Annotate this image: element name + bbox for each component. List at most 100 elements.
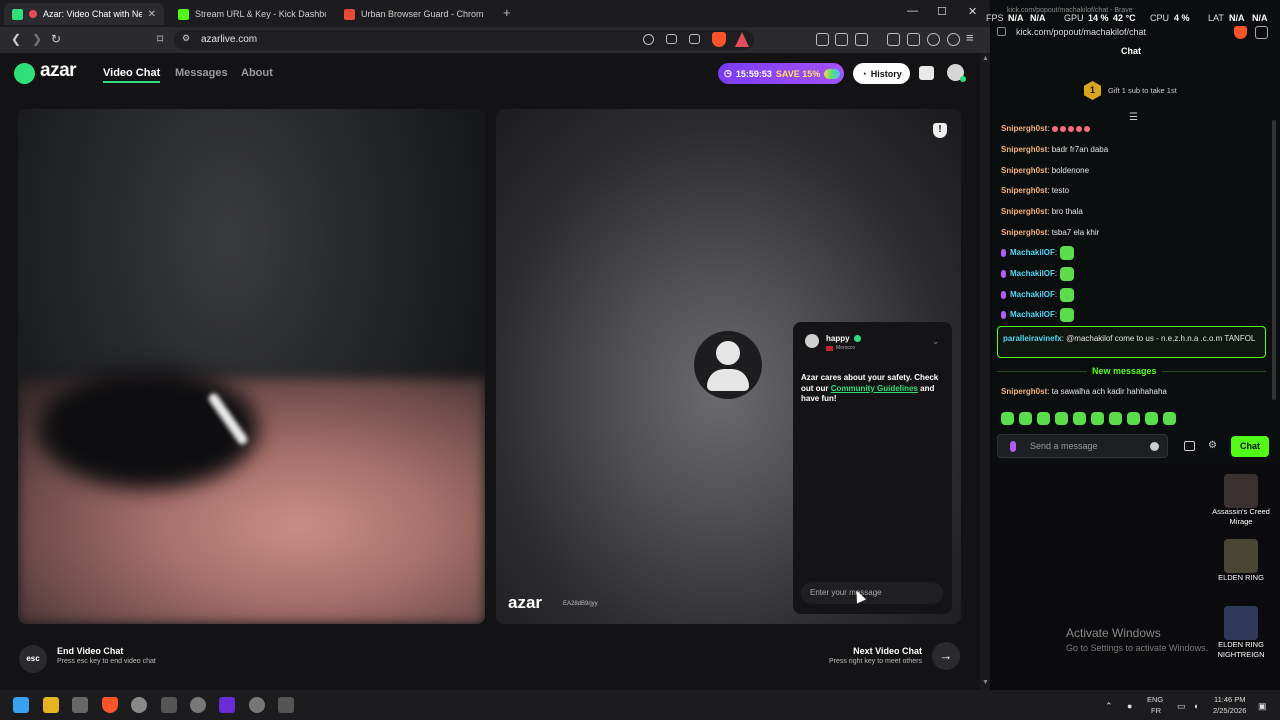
gift-leaderboard-text[interactable]: Gift 1 sub to take 1st — [1108, 86, 1177, 95]
app-icon[interactable] — [249, 697, 265, 713]
back-icon[interactable]: ❮ — [11, 32, 21, 46]
send-chat-button[interactable]: Chat — [1231, 436, 1269, 457]
tab-chrome-web-store[interactable]: Urban Browser Guard - Chrome Web — [336, 3, 491, 25]
app-icon[interactable] — [190, 697, 206, 713]
peer-message-input[interactable]: Enter your message — [801, 582, 943, 604]
store-icon[interactable] — [72, 697, 88, 713]
language-eng[interactable]: ENG — [1147, 695, 1163, 704]
next-video-chat-hint: Press right key to meet others — [829, 658, 922, 665]
store-icon[interactable] — [1184, 441, 1195, 451]
bookmark-icon[interactable]: ⌑ — [157, 32, 163, 46]
chat-username[interactable]: Snipergh0st — [1001, 145, 1047, 154]
next-app-icon[interactable] — [219, 697, 235, 713]
desktop-icon-label[interactable]: ELDEN RING — [1208, 573, 1274, 583]
next-video-chat-title[interactable]: Next Video Chat — [853, 646, 922, 656]
app-icon[interactable] — [278, 697, 294, 713]
chat-message: Snipergh0st: boldenone — [1001, 166, 1090, 175]
peer-name: happy — [826, 334, 850, 343]
nav-video-chat[interactable]: Video Chat — [103, 67, 161, 83]
elden-ring-nightreign-icon[interactable] — [1224, 606, 1258, 640]
assassins-creed-icon[interactable] — [1224, 474, 1258, 508]
page-scrollbar[interactable]: ▲ ▼ — [980, 53, 990, 690]
community-guidelines-link[interactable]: Community Guidelines — [831, 384, 918, 393]
chat-username[interactable]: MachakilOF — [1010, 290, 1055, 299]
url-field[interactable]: ⚙ azarlive.com — [174, 30, 754, 50]
desktop-icon-label[interactable]: Assassin's Creed Mirage — [1208, 507, 1274, 527]
chat-username[interactable]: MachakilOF — [1010, 248, 1055, 257]
extensions-icon[interactable] — [835, 33, 848, 46]
azar-logo-icon[interactable] — [14, 63, 35, 84]
tab-azar[interactable]: Azar: Video Chat with New Pe ✕ — [4, 3, 164, 25]
chat-username[interactable]: Snipergh0st — [1001, 387, 1047, 396]
chat-username[interactable]: Snipergh0st — [1001, 166, 1047, 175]
chat-username[interactable]: Snipergh0st — [1001, 124, 1047, 133]
minimize-button[interactable]: — — [907, 5, 918, 17]
peer-avatar[interactable] — [805, 334, 819, 348]
profile-avatar[interactable] — [947, 64, 966, 82]
reload-icon[interactable]: ↻ — [51, 32, 61, 46]
app-icon[interactable] — [161, 697, 177, 713]
chat-username[interactable]: Snipergh0st — [1001, 228, 1047, 237]
site-info-icon[interactable] — [997, 27, 1006, 36]
elden-ring-icon[interactable] — [1224, 539, 1258, 573]
collapse-chevron-icon[interactable]: ⌄ — [932, 336, 940, 347]
zoom-icon[interactable] — [643, 34, 654, 45]
chat-username[interactable]: MachakilOF — [1010, 310, 1055, 319]
chat-username[interactable]: paralleiravinefx — [1003, 334, 1062, 343]
chat-username[interactable]: Snipergh0st — [1001, 186, 1047, 195]
extensions-icon[interactable] — [1255, 26, 1268, 39]
chat-username[interactable]: Snipergh0st — [1001, 207, 1047, 216]
cast-icon[interactable] — [666, 34, 677, 44]
chat-settings-gear-icon[interactable]: ⚙ — [1208, 440, 1217, 451]
scroll-down-icon[interactable]: ▼ — [982, 679, 989, 686]
brave-shields-icon[interactable] — [712, 32, 726, 47]
language-fr[interactable]: FR — [1151, 706, 1161, 715]
scroll-up-icon[interactable]: ▲ — [982, 55, 989, 62]
vpn-icon[interactable] — [947, 33, 960, 46]
chat-username[interactable]: MachakilOF — [1010, 269, 1055, 278]
close-tab-icon[interactable]: ✕ — [148, 9, 156, 20]
menu-icon[interactable]: ≡ — [966, 30, 974, 45]
azar-logo-text[interactable]: azar — [40, 60, 77, 82]
share-icon[interactable] — [689, 34, 700, 44]
shop-icon[interactable] — [919, 66, 934, 80]
leo-ai-icon[interactable] — [927, 33, 940, 46]
filter-icon[interactable]: ☰ — [1129, 112, 1138, 123]
microphone-icon[interactable]: ● — [1127, 701, 1132, 711]
report-icon[interactable]: ! — [933, 123, 947, 138]
network-icon[interactable]: ▭ — [1177, 701, 1186, 712]
notification-icon[interactable]: ▣ — [1258, 701, 1267, 712]
clock-time[interactable]: 11:46 PM — [1214, 695, 1246, 704]
obs-icon[interactable] — [131, 697, 147, 713]
new-messages-label[interactable]: New messages — [1087, 366, 1162, 376]
history-button[interactable]: ◔ History — [853, 63, 910, 84]
volume-icon[interactable]: ◖ — [1193, 701, 1198, 711]
file-explorer-icon[interactable] — [43, 697, 59, 713]
end-video-chat-title[interactable]: End Video Chat — [57, 646, 123, 656]
maximize-button[interactable]: ☐ — [937, 5, 947, 18]
clock-date[interactable]: 2/25/2026 — [1213, 706, 1246, 715]
chat-scrollbar[interactable] — [1272, 120, 1276, 400]
nav-about[interactable]: About — [241, 67, 273, 79]
desktop-icon-label[interactable]: ELDEN RING NIGHTREIGN — [1208, 640, 1274, 660]
tab-kick-dashboard[interactable]: Stream URL & Key - Kick Dashboard — [170, 3, 334, 25]
new-tab-button[interactable]: + — [503, 5, 511, 20]
windows-start-icon[interactable] — [13, 697, 29, 713]
chat-message: Snipergh0st: bro thala — [1001, 207, 1083, 216]
screenshot-icon[interactable] — [855, 33, 868, 46]
sidebar-icon[interactable] — [887, 33, 900, 46]
tray-overflow-icon[interactable]: ⌃ — [1105, 701, 1113, 712]
emoji-picker-icon[interactable] — [1150, 442, 1159, 451]
esc-end-button[interactable]: esc — [19, 645, 47, 673]
kick-message-input[interactable]: Send a message — [997, 434, 1168, 458]
promo-timer-pill[interactable]: ◷ 15:59:53 SAVE 15% — [718, 63, 844, 84]
shield-extension-icon[interactable] — [816, 33, 829, 46]
brave-icon[interactable] — [102, 697, 118, 713]
wallet-icon[interactable] — [907, 33, 920, 46]
close-window-button[interactable]: ✕ — [968, 5, 977, 18]
nav-messages[interactable]: Messages — [175, 67, 228, 79]
brave-shields-icon[interactable] — [1234, 26, 1247, 39]
site-info-icon[interactable]: ⚙ — [182, 33, 190, 44]
forward-icon[interactable]: ❯ — [32, 32, 42, 46]
next-arrow-button[interactable]: → — [932, 642, 960, 670]
